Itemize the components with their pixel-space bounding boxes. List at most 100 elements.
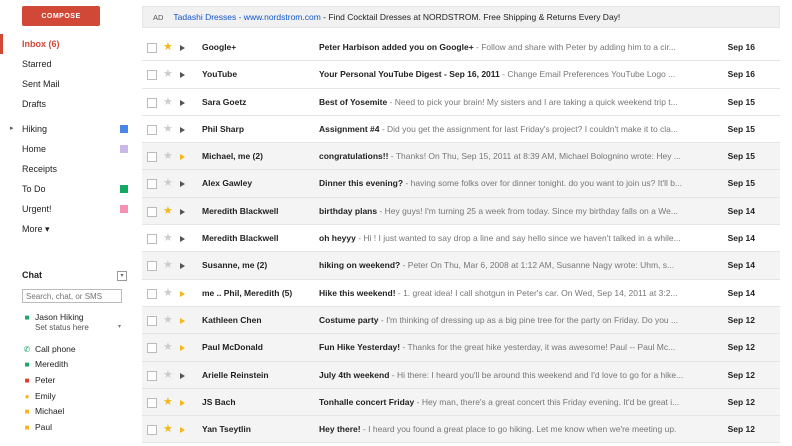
- ad-banner[interactable]: AD Tadashi Dresses - www.nordstrom.com - …: [142, 6, 780, 28]
- star-icon[interactable]: ★: [163, 122, 173, 136]
- star-icon[interactable]: ★: [163, 340, 173, 354]
- importance-marker-icon[interactable]: [180, 45, 185, 51]
- email-row[interactable]: ★ me .. Phil, Meredith (5) Hike this weeke…: [142, 280, 780, 307]
- nav-item[interactable]: To Do: [0, 179, 138, 199]
- compose-button[interactable]: COMPOSE: [22, 6, 100, 26]
- star-icon[interactable]: ★: [163, 176, 173, 190]
- importance-marker-icon[interactable]: [180, 236, 185, 243]
- star-icon[interactable]: ★: [163, 231, 173, 245]
- select-checkbox[interactable]: [147, 206, 157, 217]
- importance-marker-icon[interactable]: [180, 263, 185, 270]
- chat-contact-name: Michael: [35, 406, 65, 416]
- star-icon[interactable]: ★: [163, 258, 173, 272]
- star-icon[interactable]: ★: [163, 204, 173, 218]
- label-color-icon[interactable]: [120, 185, 128, 193]
- select-checkbox[interactable]: [147, 124, 157, 135]
- label-nav: Inbox (6) Starred Sent Mail Drafts ▸ Hiking Ho…: [0, 34, 138, 239]
- nav-item-label: Urgent!: [22, 204, 52, 214]
- importance-marker-icon[interactable]: [180, 181, 185, 188]
- select-checkbox[interactable]: [147, 425, 157, 436]
- email-row[interactable]: ★ YouTube Your Personal YouTube Digest - S…: [142, 61, 780, 89]
- email-content: July 4th weekend - Hi there: I heard you…: [319, 370, 699, 380]
- email-row[interactable]: ★ Alex Gawley Dinner this evening? - havin…: [142, 170, 780, 198]
- select-checkbox[interactable]: [147, 43, 157, 53]
- importance-marker-icon[interactable]: [180, 208, 185, 215]
- status-dropdown-icon[interactable]: ▾: [118, 323, 121, 330]
- nav-item[interactable]: More ▾: [0, 219, 138, 239]
- chat-search-input[interactable]: [22, 289, 122, 303]
- chat-contact[interactable]: ■ Paul: [22, 421, 52, 434]
- status-text[interactable]: Set status here: [35, 323, 89, 332]
- email-sender: Kathleen Chen: [202, 314, 262, 325]
- importance-marker-icon[interactable]: [180, 99, 185, 106]
- nav-item[interactable]: Inbox (6): [0, 34, 138, 54]
- email-row[interactable]: ★ Google+ Peter Harbison added you on Goog…: [142, 34, 780, 62]
- importance-marker-icon[interactable]: [180, 427, 185, 434]
- select-checkbox[interactable]: [147, 370, 157, 381]
- star-icon[interactable]: ★: [163, 67, 173, 81]
- email-row[interactable]: ★ Michael, me (2) congratulations!! - Than…: [142, 143, 780, 171]
- importance-marker-icon[interactable]: [180, 154, 185, 161]
- email-row[interactable]: ★ Yan Tseytlin Hey there! - I heard you fo…: [142, 416, 780, 444]
- email-row[interactable]: ★ Phil Sharp Assignment #4 - Did you get t…: [142, 116, 780, 144]
- nav-item[interactable]: Receipts: [0, 159, 138, 179]
- importance-marker-icon[interactable]: [180, 372, 185, 379]
- star-icon[interactable]: ★: [163, 395, 173, 409]
- importance-marker-icon[interactable]: [180, 317, 185, 324]
- select-checkbox[interactable]: [147, 288, 157, 299]
- nav-item[interactable]: Urgent!: [0, 199, 138, 219]
- expand-arrow-icon[interactable]: ▸: [10, 119, 14, 139]
- chat-contact[interactable]: ■ Michael: [22, 405, 65, 418]
- nav-item[interactable]: Starred: [0, 54, 138, 74]
- label-color-icon[interactable]: [120, 145, 128, 153]
- ad-link[interactable]: Tadashi Dresses - www.nordstrom.com: [173, 12, 320, 22]
- chat-contact[interactable]: ● Emily: [22, 390, 56, 403]
- label-color-icon[interactable]: [120, 205, 128, 213]
- email-row[interactable]: ★ Kathleen Chen Costume party - I'm thinki…: [142, 306, 780, 335]
- email-sender: Arielle Reinstein: [202, 369, 269, 380]
- nav-item[interactable]: ▸ Hiking: [0, 119, 138, 139]
- select-checkbox[interactable]: [147, 397, 157, 408]
- select-checkbox[interactable]: [147, 315, 157, 326]
- email-row[interactable]: ★ Meredith Blackwell birthday plans - Hey …: [142, 197, 780, 226]
- select-checkbox[interactable]: [147, 97, 157, 108]
- chat-options-icon[interactable]: ▾: [117, 271, 127, 281]
- email-content: Fun Hike Yesterday! - Thanks for the gre…: [319, 342, 699, 352]
- email-row[interactable]: ★ Susanne, me (2) hiking on weekend? - Pet…: [142, 252, 780, 280]
- nav-item[interactable]: Drafts: [0, 94, 138, 114]
- select-checkbox[interactable]: [147, 343, 157, 354]
- select-checkbox[interactable]: [147, 261, 157, 272]
- importance-marker-icon[interactable]: [180, 345, 185, 352]
- importance-marker-icon[interactable]: [180, 290, 185, 297]
- chat-contact[interactable]: ■ Peter: [22, 374, 56, 387]
- nav-item[interactable]: Sent Mail: [0, 74, 138, 94]
- importance-marker-icon[interactable]: [180, 126, 185, 133]
- star-icon[interactable]: ★: [163, 95, 173, 109]
- email-subject: Fun Hike Yesterday!: [319, 342, 401, 353]
- star-icon[interactable]: ★: [163, 286, 173, 300]
- email-row[interactable]: ★ Paul McDonald Fun Hike Yesterday! - Than…: [142, 334, 780, 362]
- select-checkbox[interactable]: [147, 179, 157, 190]
- email-row[interactable]: ★ Arielle Reinstein July 4th weekend - Hi …: [142, 361, 780, 389]
- email-row[interactable]: ★ Meredith Blackwell oh heyyy - Hi ! I jus…: [142, 225, 780, 253]
- star-icon[interactable]: ★: [163, 40, 173, 54]
- chat-contact[interactable]: ■ Meredith: [22, 358, 69, 371]
- star-icon[interactable]: ★: [163, 313, 173, 327]
- star-icon[interactable]: ★: [163, 149, 173, 163]
- importance-marker-icon[interactable]: [180, 72, 185, 79]
- email-subject: congratulations!!: [319, 151, 389, 162]
- importance-marker-icon[interactable]: [180, 399, 185, 406]
- star-icon[interactable]: ★: [163, 422, 173, 436]
- email-subject: July 4th weekend: [319, 369, 390, 380]
- email-list: ★ Google+ Peter Harbison added you on Goog…: [142, 34, 780, 444]
- select-checkbox[interactable]: [147, 70, 157, 81]
- label-color-icon[interactable]: [120, 125, 128, 133]
- email-row[interactable]: ★ Sara Goetz Best of Yosemite - Need to pi…: [142, 89, 780, 116]
- chat-contact[interactable]: ✆ Call phone: [22, 343, 76, 356]
- star-icon[interactable]: ★: [163, 368, 173, 382]
- sidebar: COMPOSE Inbox (6) Starred Sent Mail Drafts ▸…: [0, 0, 138, 446]
- email-row[interactable]: ★ JS Bach Tonhalle concert Friday - Hey ma…: [142, 388, 780, 417]
- select-checkbox[interactable]: [147, 234, 157, 245]
- nav-item[interactable]: Home: [0, 139, 138, 159]
- select-checkbox[interactable]: [147, 152, 157, 163]
